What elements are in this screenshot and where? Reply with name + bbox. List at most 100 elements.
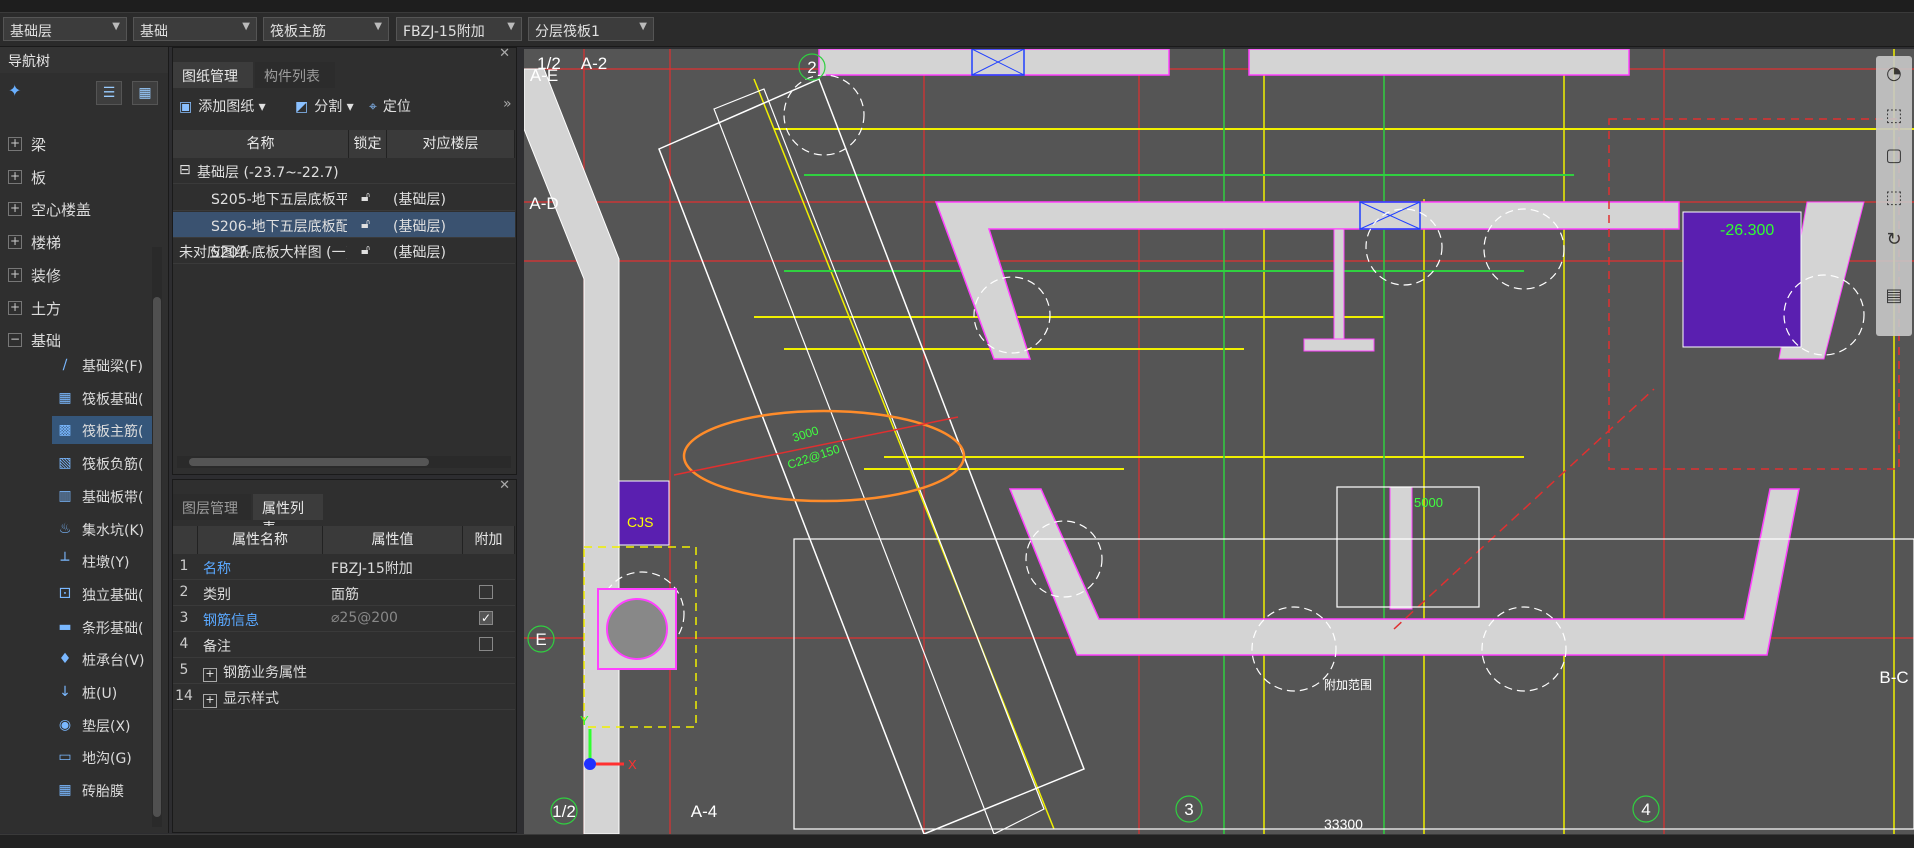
axis-label: 2 [807,58,816,77]
nav-item[interactable]: + 板 [0,164,160,190]
locate-button[interactable]: ⌖ 定位 [369,96,411,116]
property-tabs: 图层管理 属性列表 [173,494,516,537]
more-icon[interactable]: » [503,96,512,112]
split-button[interactable]: ◩ 分割 ▾ [295,96,354,116]
component-type-select[interactable]: 筏板主筋 ▼ [263,17,389,41]
attach-checkbox[interactable] [479,585,493,599]
attach-checkbox[interactable]: ✓ [479,611,493,625]
nav-item[interactable]: + 梁 [0,131,160,157]
lock-icon[interactable]: 🔓︎ [361,189,370,205]
grid-view-icon[interactable]: ▦ [132,81,158,105]
expand-icon[interactable]: + [8,169,22,184]
chevron-down-icon: ▼ [112,21,120,32]
3d-view-icon[interactable]: ⬚ [1882,104,1906,128]
nav-sub-item[interactable]: ♦ 桩承台(V) [52,645,154,673]
layers-icon[interactable]: ▤ [1882,284,1906,308]
nav-sub-item[interactable]: ⚀ 独立基础( [52,580,154,608]
axis-label: A-D [529,194,558,213]
horizontal-scrollbar[interactable] [177,456,511,468]
nav-sub-item[interactable]: ∕ 基础梁(F) [52,351,154,379]
tab-drawing-management[interactable]: 图纸管理 [173,62,253,88]
column-floor[interactable]: 对应楼层 [387,130,515,158]
nav-sub-item[interactable]: ▬ 条形基础( [52,613,154,641]
selector-toolbar: 基础层 ▼ 基础 ▼ 筏板主筋 ▼ FBZJ-15附加 ▼ 分层筏板1 ▼ [0,13,1914,47]
split-icon: ◩ [295,99,309,115]
nav-sub-item[interactable]: ┴ 柱墩(Y) [52,547,154,575]
property-row[interactable]: 4 备注 [173,632,515,658]
expand-icon[interactable]: + [8,137,22,151]
cad-drawing-canvas[interactable]: CJS -26.300 3000 C22@150 5000 附加范围 1/2 A-2 2 A-E A… [524,49,1914,834]
floor-select[interactable]: 基础层 ▼ [3,17,127,41]
nav-sub-item[interactable]: ↓ 桩(U) [52,678,154,706]
axis-label: A-2 [581,54,607,73]
lock-icon[interactable]: 🔓︎ [361,216,370,232]
property-name: 钢筋信息 [203,613,259,629]
unmatched-row[interactable]: 未对应图纸 [173,238,515,264]
expand-icon[interactable]: + [8,300,22,315]
attach-checkbox[interactable] [479,637,493,651]
category-select[interactable]: 基础 ▼ [133,17,257,41]
nav-sub-item[interactable]: ▩ 筏板主筋( [52,416,154,445]
layer-select[interactable]: 分层筏板1 ▼ [528,17,654,41]
drawing-row[interactable]: S206-地下五层底板配... 🔓︎ (基础层) [173,211,515,238]
axis-label: B-C [1879,668,1908,687]
close-icon[interactable]: ✕ [499,46,510,61]
property-row[interactable]: 5 + 钢筋业务属性 [173,658,515,684]
cushion-icon: ◉ [58,716,72,733]
nav-item[interactable]: + 楼梯 [0,229,160,255]
pile-cap-icon: ♦ [58,651,72,668]
nav-item[interactable]: + 装修 [0,262,160,288]
collapse-icon[interactable]: ⊟ [179,162,191,178]
add-drawing-label: 添加图纸 [198,99,255,115]
column-index [173,526,198,554]
tree-view-icon[interactable]: ☰ [96,81,122,105]
cad-drawing[interactable]: CJS-26.3003000C22@1505000附加范围1/2 A-2 2A-EA… [524,49,1914,834]
layer-value: 分层筏板1 [535,24,600,40]
property-value[interactable]: ⌀25@200 [331,610,398,626]
property-row[interactable]: 3 钢筋信息 ⌀25@200 ✓ [173,606,515,632]
expand-icon[interactable]: + [203,668,217,682]
property-row[interactable]: 14 + 显示样式 [173,684,515,710]
tab-property-list[interactable]: 属性列表 [253,494,323,537]
drawing-row[interactable]: S205-地下五层底板平... 🔓︎ (基础层) [173,185,515,211]
nav-sub-item[interactable]: ▦ 筏板基础( [52,384,154,412]
property-value[interactable]: FBZJ-15附加 [331,558,413,578]
property-row[interactable]: 2 类别 面筋 [173,580,515,606]
expand-icon[interactable]: + [8,267,22,282]
nav-item-label: 装修 [31,266,62,285]
side-view-icon[interactable]: ⬚ [1882,186,1906,210]
nav-sub-item[interactable]: ▦ 砖胎膜 [52,776,154,804]
nav-sub-item[interactable]: ▥ 基础板带( [52,482,154,510]
brick-icon: ▦ [58,782,72,799]
front-view-icon[interactable]: ▢ [1882,144,1906,168]
expand-icon[interactable]: + [203,694,217,708]
collapse-icon[interactable]: − [8,333,22,348]
nav-scrollbar[interactable] [152,247,162,827]
rotate-icon[interactable]: ↻ [1882,228,1906,252]
nav-sub-item[interactable]: ▧ 筏板负筋( [52,449,154,477]
property-row[interactable]: 1 名称 FBZJ-15附加 [173,554,515,580]
component-select[interactable]: FBZJ-15附加 ▼ [396,17,522,41]
close-icon[interactable]: ✕ [499,478,510,493]
nav-sub-item[interactable]: ▭ 地沟(G) [52,743,154,771]
nav-sub-item[interactable]: ♨ 集水坑(K) [52,515,154,543]
tab-component-list[interactable]: 构件列表 [255,62,335,88]
column-lock[interactable]: 锁定 [349,130,387,158]
axis-label: A-E [530,66,558,85]
nav-item[interactable]: + 土方 [0,295,160,321]
expand-icon[interactable]: + [8,202,22,217]
add-drawing-icon: ▣ [179,99,193,115]
add-drawing-button[interactable]: ▣ 添加图纸 ▾ [179,96,266,116]
component-type-value: 筏板主筋 [270,24,326,40]
orbit-icon[interactable]: ◔ [1882,62,1906,86]
nav-sub-item[interactable]: ◉ 垫层(X) [52,711,154,739]
nav-item[interactable]: − 基础 [0,327,160,353]
expand-icon[interactable]: + [8,235,22,250]
drawing-group-row[interactable]: ⊟ 基础层 (-23.7~-22.7) [173,158,515,184]
property-value[interactable]: 面筋 [331,584,359,604]
pin-icon[interactable]: ✦ [8,81,21,100]
column-name[interactable]: 名称 [173,130,349,158]
tab-layer-management[interactable]: 图层管理 [173,494,251,520]
nav-item[interactable]: + 空心楼盖 [0,196,160,222]
group-label: 基础层 (-23.7~-22.7) [197,165,339,181]
